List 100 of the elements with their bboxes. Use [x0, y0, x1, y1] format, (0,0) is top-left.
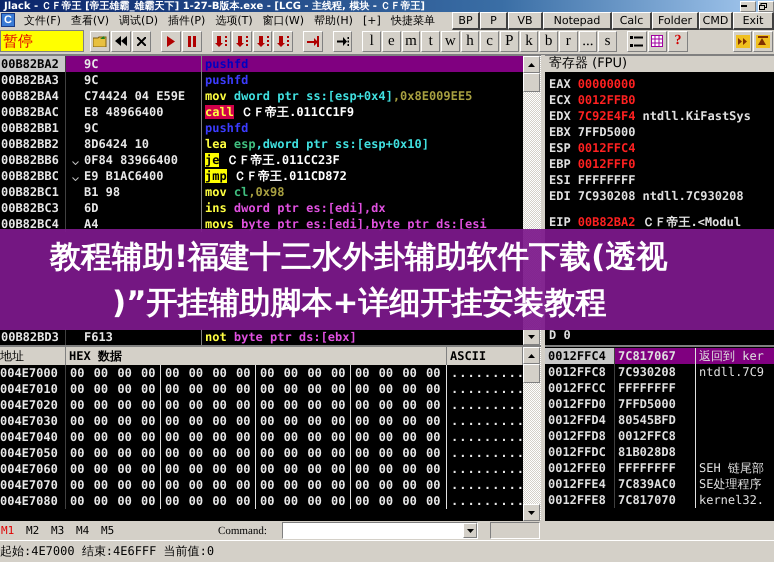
backward-button[interactable] [753, 30, 774, 52]
window-button[interactable]: s [598, 30, 617, 52]
play-icon [167, 36, 176, 46]
help-button[interactable]: ? [668, 30, 688, 52]
launch-button[interactable]: VB [508, 12, 543, 30]
register-value: 0012FFF0 [578, 156, 636, 172]
list-button[interactable] [626, 30, 647, 52]
window-button[interactable]: h [460, 30, 480, 52]
scroll-thumb[interactable] [523, 364, 540, 383]
dropdown-button[interactable] [463, 523, 477, 538]
open-button[interactable] [90, 30, 110, 52]
execute-till-return-button[interactable] [303, 30, 323, 52]
scroll-up-button[interactable] [523, 347, 540, 364]
menu-item[interactable]: 帮助(H) [313, 12, 354, 28]
value-cell: 0012FFC8 [614, 428, 696, 444]
row-highlight[interactable]: 00B82BA2 9C pushfd [0, 56, 523, 72]
hex-bytes: 00 00 00 00 [66, 445, 161, 461]
hex-cell: 9C [84, 120, 202, 136]
register-value: 00000000 [578, 76, 636, 92]
value-cell: FFFFFFFF [614, 380, 696, 396]
menu-item[interactable]: 快捷菜单 [390, 12, 436, 28]
step-into-button[interactable] [212, 30, 232, 52]
window-button[interactable]: b [539, 30, 558, 52]
menu-item[interactable]: [+] [362, 14, 382, 26]
run-button[interactable] [161, 30, 181, 52]
menu-item[interactable]: 文件(F) [23, 12, 62, 28]
launch-button[interactable]: Notepad [543, 12, 612, 30]
instruction-cell-text: mov cl,0x98 [204, 184, 286, 200]
marker-tab[interactable]: M4 [75, 524, 100, 537]
up-arrow-icon [528, 62, 535, 66]
caption-text: )”开挂辅助脚本+详细开挂安装教程 [112, 284, 607, 320]
window-button[interactable]: l [362, 30, 382, 52]
window-button[interactable]: k [520, 30, 538, 52]
marker-tab[interactable]: M5 [100, 524, 125, 537]
close-program-button[interactable] [132, 30, 152, 52]
menu-item[interactable]: 插件(P) [167, 12, 206, 28]
launch-button[interactable]: CMD [699, 12, 733, 30]
window-button[interactable]: r [558, 30, 578, 52]
launch-button[interactable]: P [480, 12, 508, 30]
column-header[interactable]: 地址 [0, 347, 66, 365]
address-cell: 004E7000 [0, 365, 66, 381]
return-arrow-icon [306, 36, 319, 46]
forward-button[interactable] [732, 30, 752, 52]
window-button[interactable]: ... [578, 30, 598, 52]
column-header[interactable]: HEX 数据 [66, 347, 447, 365]
hex-bytes: 00 00 00 00 [256, 381, 351, 397]
address-cell: 00B82BAC [0, 104, 66, 120]
launch-button[interactable]: Exit [733, 12, 774, 30]
launch-button[interactable]: BP [452, 12, 480, 30]
menu-item[interactable]: 调试(D) [118, 12, 160, 28]
step-arrow-icon [215, 36, 228, 46]
register-value: 00B82BA2 [578, 214, 636, 230]
window-button[interactable]: P [500, 30, 519, 52]
trace-into-button[interactable] [252, 30, 272, 52]
scroll-up-button[interactable] [523, 56, 540, 73]
launch-button[interactable]: Calc [612, 12, 652, 30]
marker-tab[interactable]: M2 [25, 524, 50, 537]
address-cell: 00B82BBC [0, 168, 66, 184]
menu-item[interactable]: 窗口(W) [262, 12, 306, 28]
grid-button[interactable] [648, 30, 668, 52]
scrollbar[interactable] [523, 347, 541, 521]
window-button[interactable]: w [441, 30, 460, 52]
address-cell: 00B82BC1 [0, 184, 66, 200]
hex-bytes: 00 00 00 00 [66, 365, 161, 381]
value-cell: 80545BFD [614, 412, 696, 428]
window-button[interactable]: m [402, 30, 420, 52]
address-cell-text: 0012FFDC [547, 444, 607, 460]
value-cell: 81B028D8 [614, 444, 696, 460]
scroll-thumb[interactable] [523, 73, 540, 92]
command-field[interactable] [282, 522, 478, 539]
restore-button[interactable] [758, 0, 774, 12]
hex-bytes: 00 00 00 00 [351, 429, 447, 445]
hex-bytes: 00 00 00 00 [161, 477, 256, 493]
address-cell-text: 0012FFE0 [547, 460, 607, 476]
step-over-button[interactable] [232, 30, 252, 52]
hex-bytes: 00 00 00 00 [351, 477, 447, 493]
window-button[interactable]: c [480, 30, 499, 52]
hex-bytes: 00 00 00 00 [256, 493, 351, 509]
address-cell: 004E7040 [0, 429, 66, 445]
menu-item[interactable]: 选项(T) [214, 12, 254, 28]
trace-over-button[interactable] [273, 30, 294, 52]
go-to-button[interactable] [332, 30, 352, 52]
menu-item[interactable]: 查看(V) [70, 12, 110, 28]
window-button[interactable]: t [421, 30, 440, 52]
grid-icon [651, 35, 664, 47]
down-arrow-icon [528, 334, 535, 338]
scroll-down-button[interactable] [523, 504, 540, 521]
app-icon[interactable]: C [1, 13, 15, 27]
pause-button[interactable] [182, 30, 202, 52]
address-cell: 004E7070 [0, 477, 66, 493]
restart-button[interactable] [110, 30, 131, 52]
address-cell: 004E7060 [0, 461, 66, 477]
address-cell: 00B82BA3 [0, 72, 66, 88]
comment-cell-text: kernel32. [698, 492, 766, 508]
minimize-button[interactable] [740, 0, 756, 12]
marker-tab[interactable]: M3 [50, 524, 75, 537]
window-button[interactable]: e [382, 30, 401, 52]
instruction-cell-text: mov dword ptr ss:[esp+0x4],0x8E009EE5 [204, 88, 474, 104]
hex-cell: E9 B1AC6400 [84, 168, 202, 184]
launch-button[interactable]: Folder [652, 12, 699, 30]
